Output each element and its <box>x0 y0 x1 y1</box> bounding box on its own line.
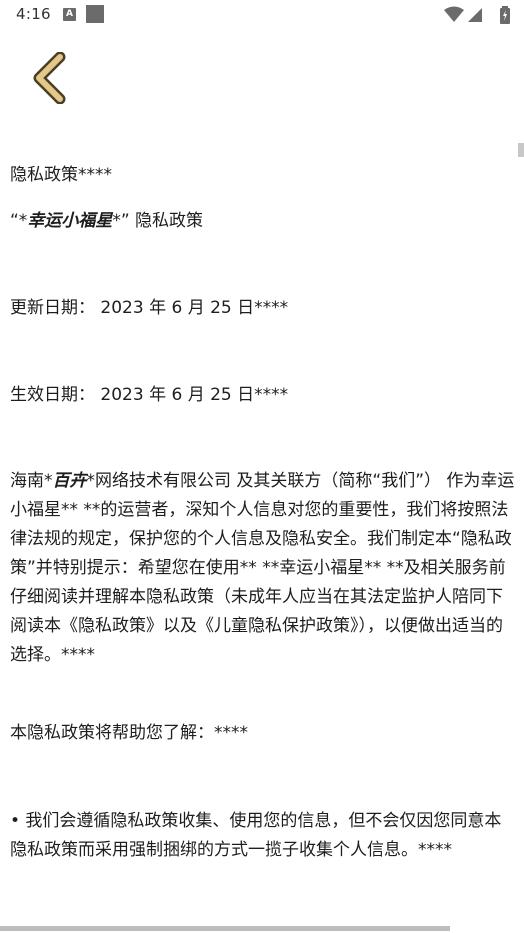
wifi-icon <box>444 6 464 22</box>
effective-date: 生效日期： 2023 年 6 月 25 日**** <box>10 385 289 405</box>
app-policy-title: “*幸运小福星*” 隐私政策 <box>10 207 515 236</box>
title-close-quote: *” <box>112 211 130 231</box>
battery-icon <box>500 6 510 24</box>
status-time: 4:16 <box>16 5 51 23</box>
intro-prefix: 海南* <box>10 471 53 491</box>
signal-icon <box>468 8 482 22</box>
status-bar: 4:16 A <box>0 0 524 30</box>
policy-heading: 隐私政策**** <box>10 165 112 185</box>
help-line: 本隐私政策将帮助您了解：**** <box>10 723 248 743</box>
notification-a-icon: A <box>63 8 76 21</box>
horizontal-scrollbar[interactable] <box>0 926 450 931</box>
intro-paragraph: 海南*百卉*网络技术有限公司 及其关联方（简称“我们”） 作为幸运小福星** *… <box>10 467 515 670</box>
back-button[interactable] <box>30 51 74 105</box>
update-date: 更新日期： 2023 年 6 月 25 日**** <box>10 298 289 318</box>
notification-square-icon <box>86 5 104 23</box>
title-suffix: 隐私政策 <box>129 211 204 231</box>
company-name: 百卉 <box>52 471 87 491</box>
bullet-item: • 我们会遵循隐私政策收集、使用您的信息，但不会仅因您同意本隐私政策而采用强制捆… <box>10 811 502 860</box>
vertical-scrollbar[interactable] <box>518 143 524 157</box>
chevron-left-icon <box>33 51 66 105</box>
app-name: 幸运小福星 <box>27 211 113 231</box>
intro-body: *网络技术有限公司 及其关联方（简称“我们”） 作为幸运小福星** **的运营者… <box>10 471 515 665</box>
title-open-quote: “* <box>10 211 28 231</box>
